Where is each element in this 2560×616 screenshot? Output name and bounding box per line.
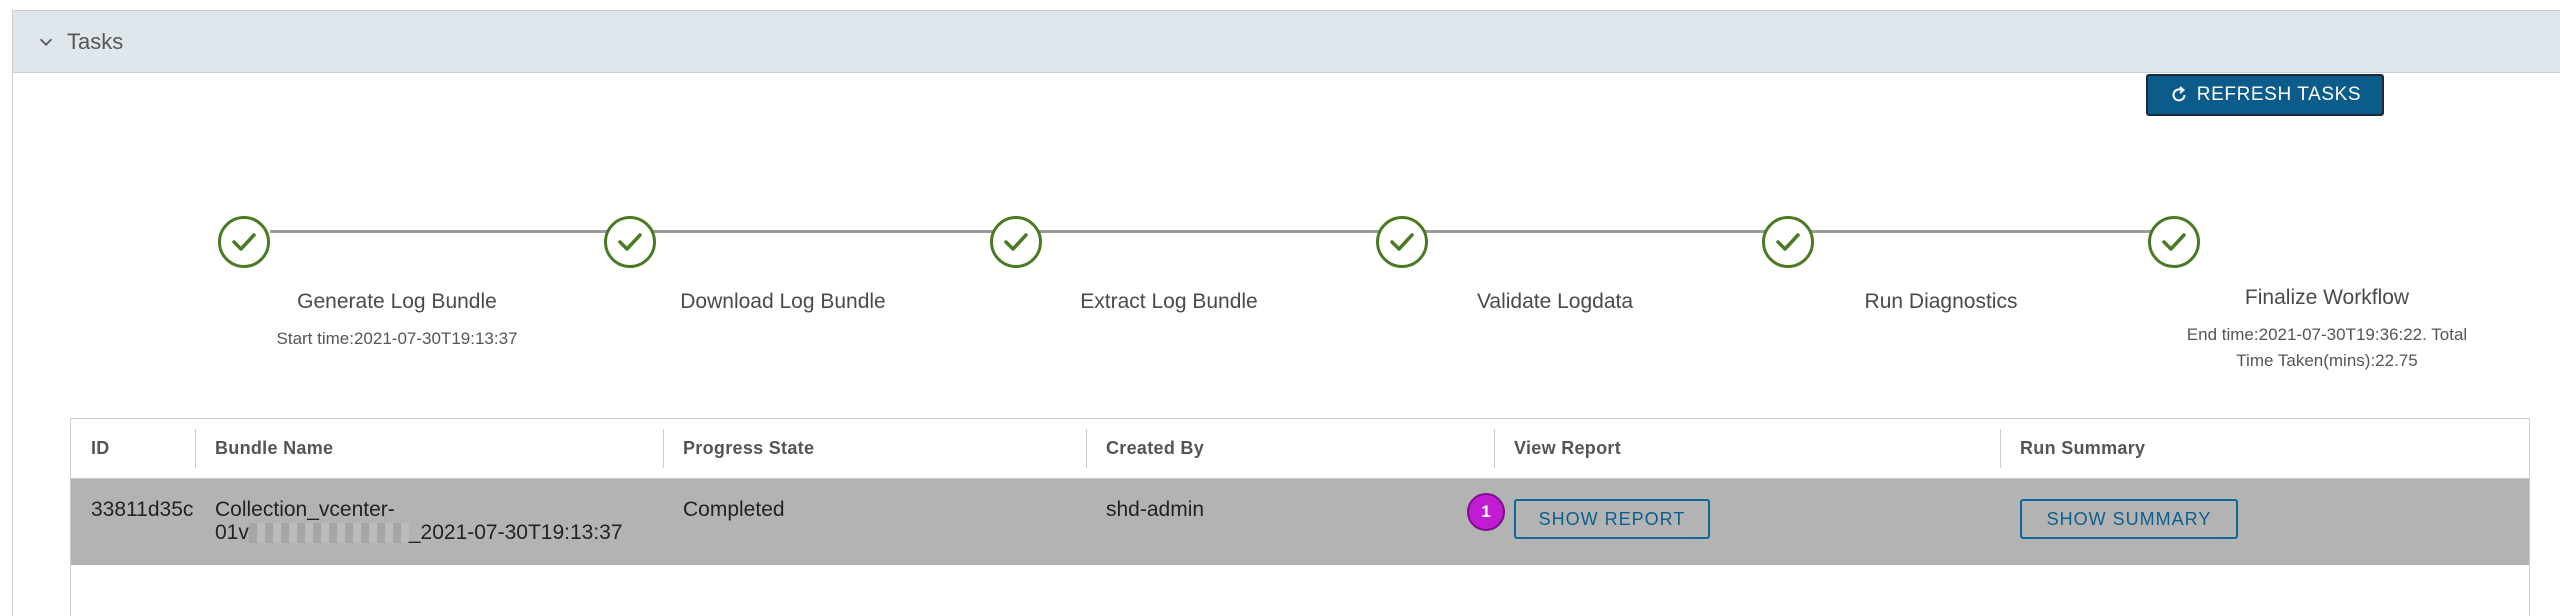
tasks-panel-header[interactable]: Tasks — [13, 11, 2560, 73]
bundle-name-suffix: _2021-07-30T19:13:37 — [408, 521, 623, 544]
table-header: ID Bundle Name Progress State Created By… — [71, 419, 2529, 479]
refresh-icon — [2172, 86, 2186, 102]
annotation-badge: 1 — [1467, 493, 1505, 531]
bundle-name-prefix: 01v — [215, 521, 249, 544]
cell-view-report: SHOW REPORT — [1494, 479, 2000, 565]
cell-created-by: shd-admin — [1106, 498, 1205, 521]
cell-run-summary: SHOW SUMMARY — [2000, 479, 2529, 565]
bundle-name-line1: Collection_vcenter- — [215, 498, 395, 521]
bundle-name-line2: 01v _2021-07-30T19:13:37 — [215, 521, 663, 544]
step-6-complete-icon — [2148, 216, 2200, 268]
chevron-down-icon[interactable] — [35, 31, 57, 53]
step-2-complete-icon — [604, 216, 656, 268]
step-5-complete-icon — [1762, 216, 1814, 268]
redacted-hostname — [248, 523, 409, 544]
panel-title: Tasks — [67, 28, 124, 54]
column-header-bundle-name[interactable]: Bundle Name — [195, 419, 663, 478]
show-report-button[interactable]: SHOW REPORT — [1514, 499, 1710, 539]
refresh-tasks-label: REFRESH TASKS — [2196, 84, 2362, 105]
cell-progress-state: Completed — [683, 498, 785, 521]
column-header-progress-state[interactable]: Progress State — [663, 419, 1086, 478]
column-header-created-by[interactable]: Created By — [1086, 419, 1494, 478]
cell-bundle-name: Collection_vcenter- 01v _2021-07-30T19:13… — [195, 479, 663, 565]
tasks-table: ID Bundle Name Progress State Created By… — [70, 418, 2530, 616]
column-header-id[interactable]: ID — [71, 419, 195, 478]
table-row[interactable]: 33811d35c Collection_vcenter- 01v _2021-0… — [71, 479, 2529, 565]
show-summary-button[interactable]: SHOW SUMMARY — [2020, 499, 2238, 539]
cell-id: 33811d35c — [91, 498, 194, 521]
step-1-complete-icon — [218, 216, 270, 268]
refresh-tasks-button[interactable]: REFRESH TASKS — [2146, 74, 2384, 116]
step-3-complete-icon — [990, 216, 1042, 268]
column-header-view-report[interactable]: View Report — [1494, 419, 2000, 478]
step-4-complete-icon — [1376, 216, 1428, 268]
column-header-run-summary[interactable]: Run Summary — [2000, 419, 2529, 478]
